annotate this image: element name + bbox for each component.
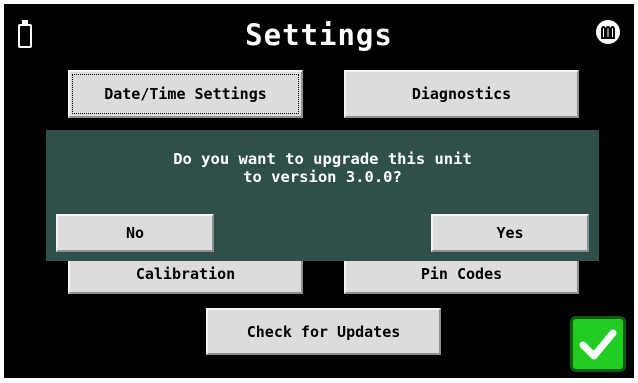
- no-button[interactable]: No: [56, 214, 214, 252]
- settings-panel: Settings Date/Time Settings Diagnostics …: [4, 4, 634, 378]
- date-time-settings-button[interactable]: Date/Time Settings: [68, 70, 303, 118]
- check-for-updates-button[interactable]: Check for Updates: [206, 308, 441, 355]
- device-screen: Settings Date/Time Settings Diagnostics …: [0, 0, 638, 383]
- page-title: Settings: [245, 18, 393, 52]
- dialog-message-line2: to version 3.0.0?: [243, 168, 402, 186]
- checkmark-icon: [579, 329, 617, 360]
- dialog-message: Do you want to upgrade this unit to vers…: [46, 150, 599, 186]
- dialog-message-line1: Do you want to upgrade this unit: [173, 150, 472, 168]
- yes-button[interactable]: Yes: [431, 214, 589, 252]
- confirm-button[interactable]: [570, 316, 626, 372]
- diagnostics-button[interactable]: Diagnostics: [344, 70, 579, 118]
- heat-element-icon: [596, 20, 620, 44]
- upgrade-dialog: Do you want to upgrade this unit to vers…: [46, 130, 599, 261]
